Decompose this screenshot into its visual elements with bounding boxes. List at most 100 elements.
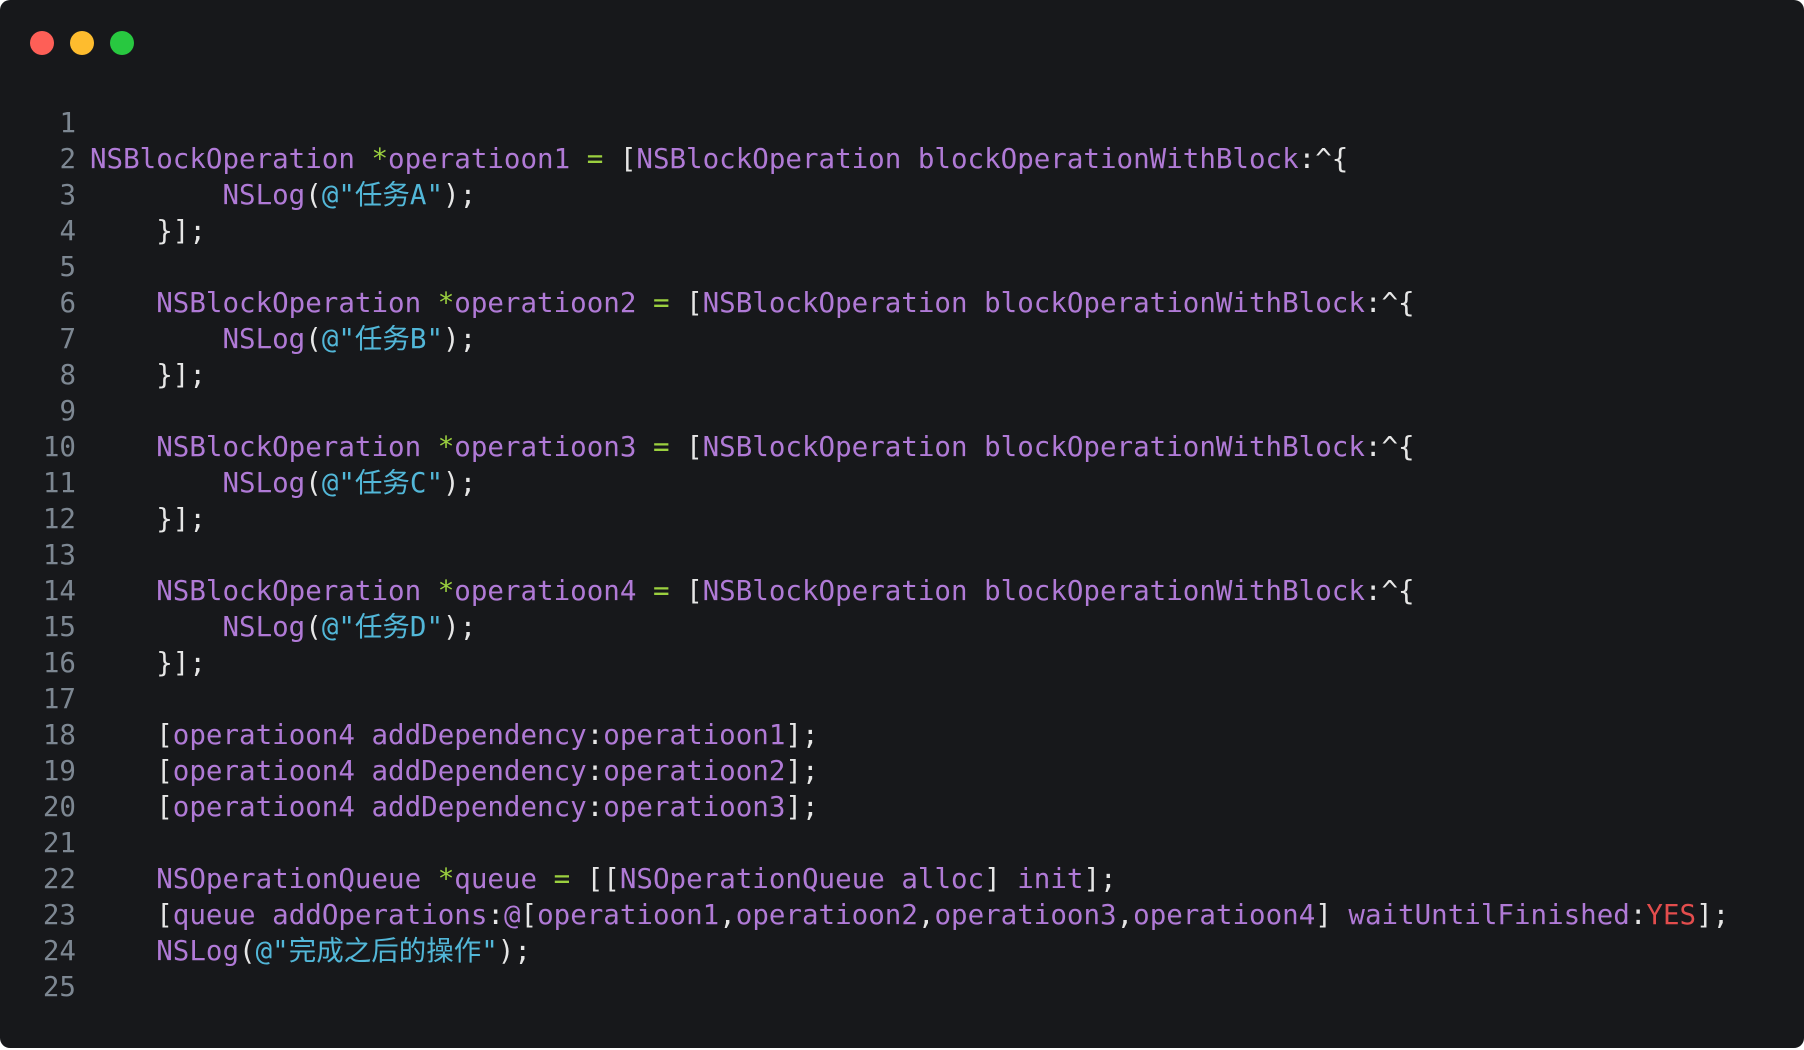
code-token-default: ); [443,467,477,499]
code-token-keyword: YES [1646,899,1697,931]
line-content: [queue addOperations:@[operatioon1,opera… [76,897,1729,933]
line-content: NSLog(@"完成之后的操作"); [76,933,531,969]
line-number: 5 [59,251,76,283]
code-token-variable: operatioon2 [735,899,918,931]
code-line: 21 [0,825,1804,861]
code-token-default: }]; [90,503,206,535]
code-token-method: blockOperationWithBlock [917,143,1299,175]
line-content [76,393,90,429]
code-token-default [90,287,156,319]
line-number: 24 [42,935,76,967]
code-token-variable: queue [454,863,538,895]
code-line: 9 [0,393,1804,429]
code-line: 15 NSLog(@"任务D"); [0,609,1804,645]
code-token-default: ( [305,323,322,355]
code-token-default: ]; [1696,899,1730,931]
code-token-variable: operatioon1 [537,899,720,931]
code-token-variable: operatioon2 [603,755,786,787]
code-line: 3 NSLog(@"任务A"); [0,177,1804,213]
code-token-default: [ [619,143,637,175]
line-content: NSBlockOperation *operatioon2 = [NSBlock… [76,285,1414,321]
line-number: 8 [59,359,76,391]
code-token-method: NSLog [222,611,306,643]
code-token-default: [ [686,431,703,463]
line-content: [operatioon4 addDependency:operatioon2]; [76,753,818,789]
maximize-button[interactable] [110,31,134,55]
line-content: NSBlockOperation *operatioon3 = [NSBlock… [76,429,1414,465]
line-number: 22 [42,863,76,895]
code-token-default: }]; [90,215,206,247]
line-content: [operatioon4 addDependency:operatioon1]; [76,717,818,753]
code-line: 24 NSLog(@"完成之后的操作"); [0,933,1804,969]
line-number: 19 [42,755,76,787]
line-content: [operatioon4 addDependency:operatioon3]; [76,789,819,825]
code-line: 22 NSOperationQueue *queue = [[NSOperati… [0,861,1804,897]
code-token-method: addDependency [371,719,587,751]
close-button[interactable] [30,31,54,55]
code-token-class: NSBlockOperation [90,143,355,175]
code-token-default: }]; [90,647,206,679]
code-token-operator: = [636,431,687,463]
code-token-default [355,755,372,787]
code-token-method: addDependency [371,755,587,787]
code-token-string: @"任务C" [321,467,444,499]
code-token-operator: = [636,287,687,319]
code-token-variable: operatioon4 [1133,899,1316,931]
line-number: 14 [42,575,76,607]
code-token-default: :^{ [1364,575,1415,607]
line-content [76,969,90,1005]
code-token-default: ] [1315,899,1349,931]
line-number: 6 [59,287,76,319]
line-number: 23 [42,899,76,931]
code-token-method: NSLog [222,467,306,499]
code-token-operator: * [437,287,455,319]
line-content: NSOperationQueue *queue = [[NSOperationQ… [76,861,1116,897]
line-number: 15 [42,611,76,643]
code-line: 1 [0,105,1804,141]
code-token-variable: operatioon4 [454,575,637,607]
line-content [76,249,90,285]
code-token-default: ( [305,467,322,499]
code-token-variable: operatioon4 [172,791,355,823]
code-window: 1 2 NSBlockOperation *operatioon1 = [NSBlo… [0,0,1804,1048]
code-token-operator: * [437,863,455,895]
code-line: 2 NSBlockOperation *operatioon1 = [NSBloc… [0,141,1804,177]
code-token-default: [ [90,755,173,787]
code-token-default: [ [520,899,538,931]
code-token-method: NSLog [156,935,240,967]
code-token-default: [ [90,791,173,823]
line-number: 25 [42,971,76,1003]
code-token-method: waitUntilFinished [1348,899,1630,931]
line-number: 18 [42,719,76,751]
code-token-default: : [1629,899,1647,931]
minimize-button[interactable] [70,31,94,55]
code-token-method: init [1017,863,1084,895]
code-token-method: NSLog [222,323,306,355]
line-number: 11 [42,467,76,499]
code-token-default [421,575,438,607]
line-content [76,825,90,861]
line-number: 13 [42,539,76,571]
code-token-default: , [719,899,736,931]
code-token-variable: operatioon4 [172,755,355,787]
code-token-default: ]; [785,791,819,823]
code-token-default: ( [305,179,322,211]
code-token-variable: operatioon3 [454,431,637,463]
code-line: 25 [0,969,1804,1005]
code-line: 16 }]; [0,645,1804,681]
code-token-default: : [586,791,604,823]
code-line: 4 }]; [0,213,1804,249]
code-token-default: ); [443,323,477,355]
code-token-default: [ [90,719,173,751]
code-block[interactable]: 1 2 NSBlockOperation *operatioon1 = [NSBlo… [0,105,1804,1005]
code-line: 19 [operatioon4 addDependency:operatioon… [0,753,1804,789]
code-token-string: @"任务B" [321,323,444,355]
line-content [76,681,90,717]
code-token-default [421,287,438,319]
code-token-class: NSBlockOperation [702,575,968,607]
code-token-default [355,143,372,175]
code-token-variable: operatioon1 [388,143,571,175]
line-content: NSBlockOperation *operatioon4 = [NSBlock… [76,573,1415,609]
line-number: 7 [59,323,76,355]
code-token-class: NSBlockOperation [156,575,422,607]
